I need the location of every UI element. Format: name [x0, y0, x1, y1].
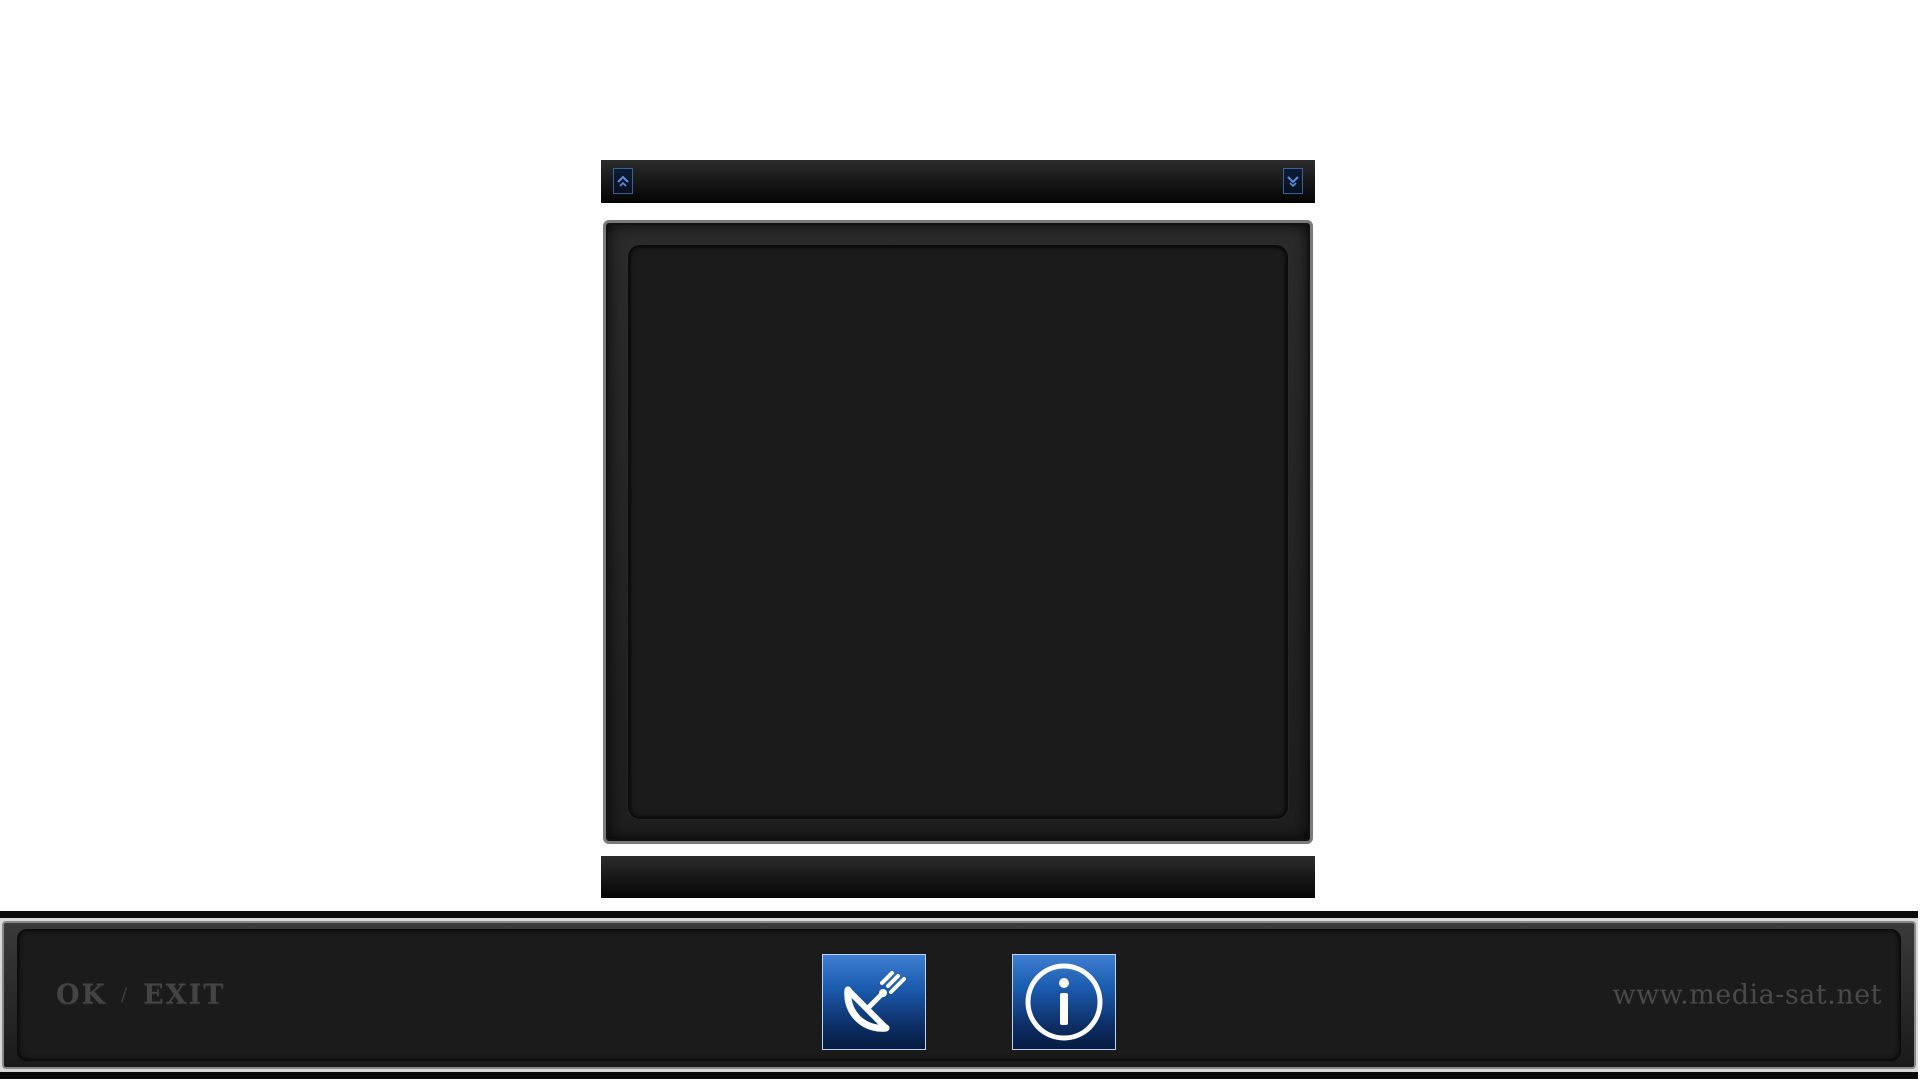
satellite-button[interactable]: [822, 954, 926, 1050]
scroll-up-button[interactable]: [613, 168, 633, 194]
key-hint: OK / EXIT: [56, 980, 225, 1011]
chevron-up-icon: [617, 175, 629, 187]
info-icon: [1025, 963, 1103, 1041]
content-panel: [603, 220, 1313, 844]
list-header-bar: [601, 160, 1315, 202]
info-button[interactable]: [1012, 954, 1116, 1050]
key-hint-exit: EXIT: [143, 979, 226, 1011]
content-list-area[interactable]: [628, 245, 1288, 819]
bottom-control-frame: OK / EXIT www.media-sat.net: [0, 911, 1918, 1079]
bottom-control-inner: OK / EXIT www.media-sat.net: [17, 929, 1901, 1061]
chevron-down-icon: [1287, 176, 1299, 188]
scroll-down-button[interactable]: [1283, 168, 1303, 194]
bottom-control-bar: OK / EXIT www.media-sat.net: [2, 921, 1916, 1069]
satellite-dish-icon: [844, 971, 906, 1032]
list-footer-bar: [601, 856, 1315, 898]
website-url: www.media-sat.net: [1612, 979, 1882, 1011]
key-hint-separator: /: [121, 984, 130, 1006]
key-hint-ok: OK: [56, 979, 107, 1011]
